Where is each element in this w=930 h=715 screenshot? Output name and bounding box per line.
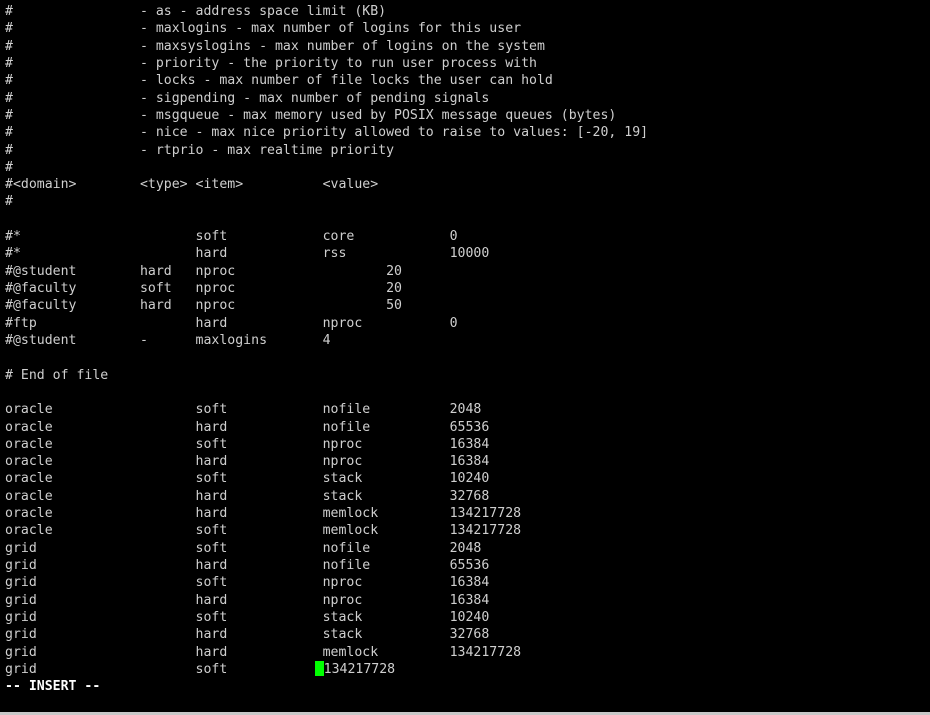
editor-line[interactable]: grid soft nproc 16384 xyxy=(5,574,930,591)
editor-line[interactable]: oracle hard nofile 65536 xyxy=(5,419,930,436)
editor-line[interactable]: # - nice - max nice priority allowed to … xyxy=(5,124,930,141)
editor-line[interactable]: oracle soft stack 10240 xyxy=(5,470,930,487)
editor-line[interactable] xyxy=(5,384,930,401)
editor-line[interactable]: # - msgqueue - max memory used by POSIX … xyxy=(5,107,930,124)
editor-line[interactable]: #<domain> <type> <item> <value> xyxy=(5,176,930,193)
text-cursor xyxy=(314,660,324,676)
editor-line[interactable]: #ftp hard nproc 0 xyxy=(5,315,930,332)
editor-line[interactable]: #* hard rss 10000 xyxy=(5,245,930,262)
editor-line-with-cursor[interactable]: grid soft 134217728 xyxy=(5,660,930,678)
line-text-after-cursor: 134217728 xyxy=(323,661,396,677)
editor-line[interactable] xyxy=(5,211,930,228)
editor-line[interactable]: #@faculty hard nproc 50 xyxy=(5,297,930,314)
editor-line[interactable]: # - priority - the priority to run user … xyxy=(5,55,930,72)
editor-line[interactable]: grid hard memlock 134217728 xyxy=(5,644,930,661)
editor-line[interactable]: # End of file xyxy=(5,367,930,384)
editor-line[interactable]: # xyxy=(5,159,930,176)
editor-line[interactable]: grid hard nproc 16384 xyxy=(5,592,930,609)
editor-text-area[interactable]: # - as - address space limit (KB) # - max… xyxy=(5,3,930,696)
editor-line[interactable]: #@faculty soft nproc 20 xyxy=(5,280,930,297)
editor-line[interactable]: oracle soft nofile 2048 xyxy=(5,401,930,418)
editor-line[interactable]: grid hard nofile 65536 xyxy=(5,557,930,574)
editor-line[interactable]: # - sigpending - max number of pending s… xyxy=(5,90,930,107)
editor-line[interactable]: oracle hard stack 32768 xyxy=(5,488,930,505)
editor-line[interactable]: # - locks - max number of file locks the… xyxy=(5,72,930,89)
editor-line[interactable]: # - maxsyslogins - max number of logins … xyxy=(5,38,930,55)
editor-line[interactable]: # xyxy=(5,193,930,210)
editor-line[interactable]: grid soft stack 10240 xyxy=(5,609,930,626)
editor-line[interactable]: oracle soft memlock 134217728 xyxy=(5,522,930,539)
editor-line[interactable]: oracle soft nproc 16384 xyxy=(5,436,930,453)
line-text-before-cursor: grid soft xyxy=(5,661,315,677)
editor-line[interactable]: #@student hard nproc 20 xyxy=(5,263,930,280)
vim-mode-status-line: -- INSERT -- xyxy=(5,679,101,695)
editor-line[interactable]: oracle hard memlock 134217728 xyxy=(5,505,930,522)
editor-line[interactable] xyxy=(5,349,930,366)
editor-line[interactable]: #@student - maxlogins 4 xyxy=(5,332,930,349)
editor-line[interactable]: # - maxlogins - max number of logins for… xyxy=(5,20,930,37)
editor-line[interactable]: #* soft core 0 xyxy=(5,228,930,245)
editor-line[interactable]: grid hard stack 32768 xyxy=(5,626,930,643)
editor-line[interactable]: oracle hard nproc 16384 xyxy=(5,453,930,470)
terminal-window[interactable]: # - as - address space limit (KB) # - max… xyxy=(0,0,930,715)
editor-line[interactable]: # - as - address space limit (KB) xyxy=(5,3,930,20)
editor-line[interactable]: # - rtprio - max realtime priority xyxy=(5,142,930,159)
editor-line[interactable]: grid soft nofile 2048 xyxy=(5,540,930,557)
